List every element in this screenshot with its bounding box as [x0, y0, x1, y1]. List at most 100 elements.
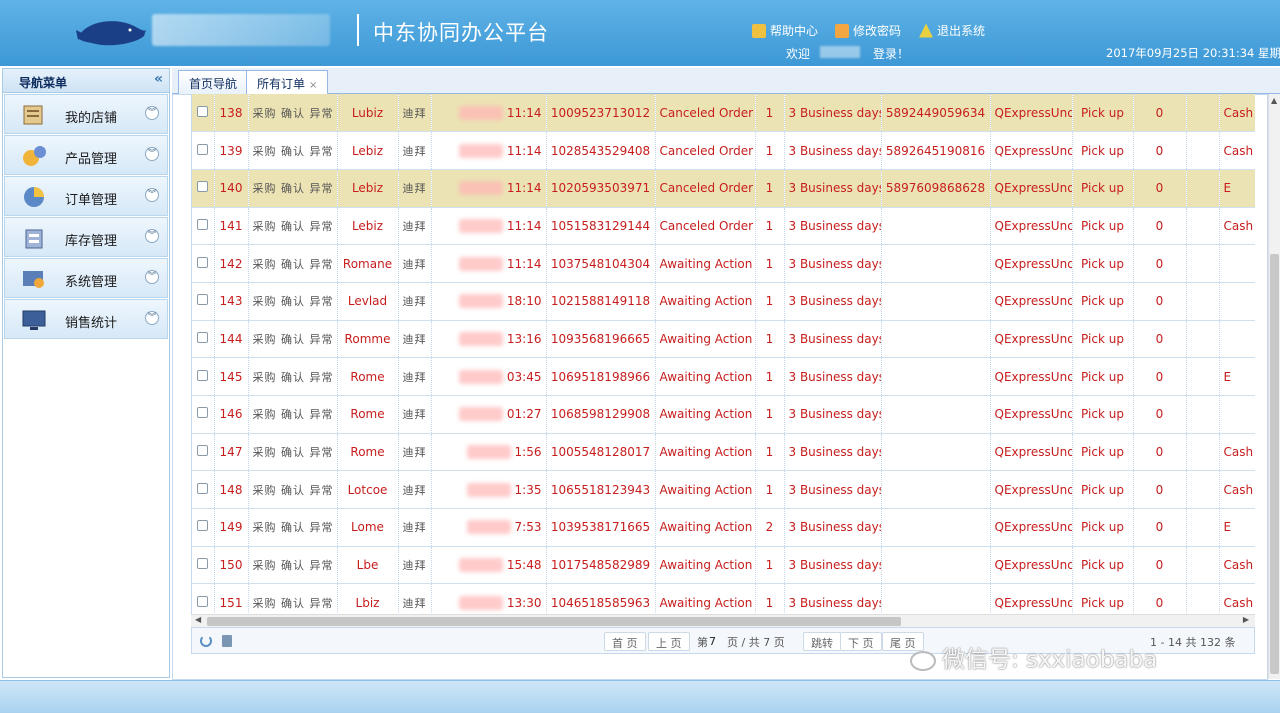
checkbox[interactable] [197, 595, 209, 607]
row-actions[interactable]: 采购 确认 异常 [248, 244, 338, 283]
row-checkbox[interactable] [192, 207, 215, 246]
order-time: 20--0-01:35 [431, 470, 547, 510]
scroll-right-icon[interactable]: ▶ [1243, 615, 1249, 624]
change-password-link[interactable]: 修改密码 [835, 22, 901, 39]
row-checkbox[interactable] [192, 320, 215, 359]
horizontal-scrollbar[interactable]: ◀ ▶ [191, 614, 1255, 627]
checkbox[interactable] [197, 143, 209, 155]
row-actions[interactable]: 采购 确认 异常 [248, 357, 338, 396]
row-actions[interactable]: 采购 确认 异常 [248, 94, 338, 133]
scroll-left-icon[interactable]: ◀ [195, 615, 201, 624]
checkbox[interactable] [197, 558, 209, 570]
chevron-down-icon[interactable]: ︾ [145, 106, 159, 120]
row-checkbox[interactable] [192, 433, 215, 472]
vertical-scrollbar[interactable]: ▲ [1268, 94, 1280, 679]
table-row[interactable]: 150采购 确认 异常Lbe迪拜20--0-015:48101754858298… [192, 546, 1255, 585]
blurred-date: 20--0-0 [459, 218, 503, 233]
row-actions[interactable]: 采购 确认 异常 [248, 320, 338, 359]
table-row[interactable]: 151采购 确认 异常Lbiz迪拜20--0-013:3010465185859… [192, 583, 1255, 614]
sidebar-item-my-shop[interactable]: 我的店铺 ︾ [4, 94, 168, 134]
row-number: 142 [214, 244, 249, 283]
row-actions[interactable]: 采购 确认 异常 [248, 470, 338, 510]
checkbox[interactable] [197, 407, 209, 419]
row-checkbox[interactable] [192, 244, 215, 283]
tracking-number [881, 470, 991, 510]
prev-page-button[interactable]: 上 页 [648, 632, 690, 651]
close-icon[interactable]: × [309, 80, 317, 91]
table-row[interactable]: 148采购 确认 异常Lotcoe迪拜20--0-01:351065518123… [192, 470, 1255, 510]
sidebar-item-products[interactable]: 产品管理 ︾ [4, 135, 168, 175]
help-center-link[interactable]: 帮助中心 [752, 22, 818, 39]
row-actions[interactable]: 采购 确认 异常 [248, 508, 338, 547]
chevron-down-icon[interactable]: ︾ [145, 188, 159, 202]
checkbox[interactable] [197, 445, 209, 457]
sidebar-item-orders[interactable]: 订单管理 ︾ [4, 176, 168, 216]
row-checkbox[interactable] [192, 169, 215, 208]
page-number-input[interactable] [709, 634, 727, 649]
table-row[interactable]: 146采购 确认 异常Rome迪拜20--0-001:2710685981299… [192, 395, 1255, 434]
table-row[interactable]: 140采购 确认 异常Lebiz迪拜20--0-011:141020593503… [192, 169, 1255, 208]
table-row[interactable]: 139采购 确认 异常Lebiz迪拜20--0-011:141028543529… [192, 131, 1255, 170]
trash-icon[interactable] [222, 635, 232, 647]
order-status: Awaiting Action [655, 282, 756, 321]
table-row[interactable]: 141采购 确认 异常Lebiz迪拜20--0-011:141051583129… [192, 207, 1255, 246]
row-actions[interactable]: 采购 确认 异常 [248, 131, 338, 170]
horizontal-scroll-thumb[interactable] [207, 617, 901, 626]
logout-link[interactable]: 退出系统 [919, 22, 985, 39]
table-row[interactable]: 144采购 确认 异常Romme迪拜20--0-013:161093568196… [192, 320, 1255, 359]
row-checkbox[interactable] [192, 470, 215, 510]
table-row[interactable]: 149采购 确认 异常Lome迪拜20--0-07:53103953817166… [192, 508, 1255, 547]
row-actions[interactable]: 采购 确认 异常 [248, 207, 338, 246]
tracking-number [881, 395, 991, 434]
row-checkbox[interactable] [192, 94, 215, 133]
checkbox[interactable] [197, 256, 209, 268]
row-checkbox[interactable] [192, 131, 215, 170]
collapse-icon[interactable]: « [154, 71, 163, 87]
tab-home-nav[interactable]: 首页导航 [178, 70, 249, 94]
chevron-down-icon[interactable]: ︾ [145, 270, 159, 284]
row-checkbox[interactable] [192, 282, 215, 321]
delivery-method: Pick up [1072, 583, 1134, 614]
chevron-down-icon[interactable]: ︾ [145, 147, 159, 161]
row-checkbox[interactable] [192, 508, 215, 547]
row-actions[interactable]: 采购 确认 异常 [248, 395, 338, 434]
checkbox[interactable] [197, 105, 209, 117]
table-row[interactable]: 142采购 确认 异常Romane迪拜20--0-011:14103754810… [192, 244, 1255, 283]
sidebar-item-system[interactable]: 系统管理 ︾ [4, 258, 168, 298]
jump-button[interactable]: 跳转 [803, 632, 841, 651]
chevron-down-icon[interactable]: ︾ [145, 229, 159, 243]
row-checkbox[interactable] [192, 583, 215, 614]
row-checkbox[interactable] [192, 357, 215, 396]
vertical-scroll-thumb[interactable] [1270, 254, 1279, 674]
row-actions[interactable]: 采购 确认 异常 [248, 282, 338, 321]
checkbox[interactable] [197, 294, 209, 306]
next-page-button[interactable]: 下 页 [840, 632, 882, 651]
order-time: 20--0-011:14 [431, 94, 547, 133]
table-row[interactable]: 147采购 确认 异常Rome迪拜20--0-01:56100554812801… [192, 433, 1255, 472]
checkbox[interactable] [197, 520, 209, 532]
tab-all-orders[interactable]: 所有订单 × [246, 70, 329, 94]
row-actions[interactable]: 采购 确认 异常 [248, 169, 338, 208]
row-checkbox[interactable] [192, 546, 215, 585]
exit-icon [919, 23, 933, 38]
checkbox[interactable] [197, 369, 209, 381]
checkbox[interactable] [197, 482, 209, 494]
checkbox[interactable] [197, 218, 209, 230]
sidebar-item-sales-stats[interactable]: 销售统计 ︾ [4, 299, 168, 339]
table-row[interactable]: 138采购 确认 异常Lubiz迪拜20--0-011:141009523713… [192, 94, 1255, 133]
table-row[interactable]: 143采购 确认 异常Levlad迪拜20--0-018:10102158814… [192, 282, 1255, 321]
refresh-icon[interactable] [200, 635, 212, 647]
checkbox[interactable] [197, 331, 209, 343]
table-row[interactable]: 145采购 确认 异常Rome迪拜20--0-003:4510695181989… [192, 357, 1255, 396]
row-checkbox[interactable] [192, 395, 215, 434]
destination: 迪拜 [398, 94, 432, 133]
row-actions[interactable]: 采购 确认 异常 [248, 546, 338, 585]
scroll-up-icon[interactable]: ▲ [1271, 96, 1277, 105]
chevron-down-icon[interactable]: ︾ [145, 311, 159, 325]
row-actions[interactable]: 采购 确认 异常 [248, 433, 338, 472]
sidebar-item-inventory[interactable]: 库存管理 ︾ [4, 217, 168, 257]
fee: 0 [1133, 282, 1187, 321]
checkbox[interactable] [197, 181, 209, 193]
first-page-button[interactable]: 首 页 [604, 632, 646, 651]
row-actions[interactable]: 采购 确认 异常 [248, 583, 338, 614]
